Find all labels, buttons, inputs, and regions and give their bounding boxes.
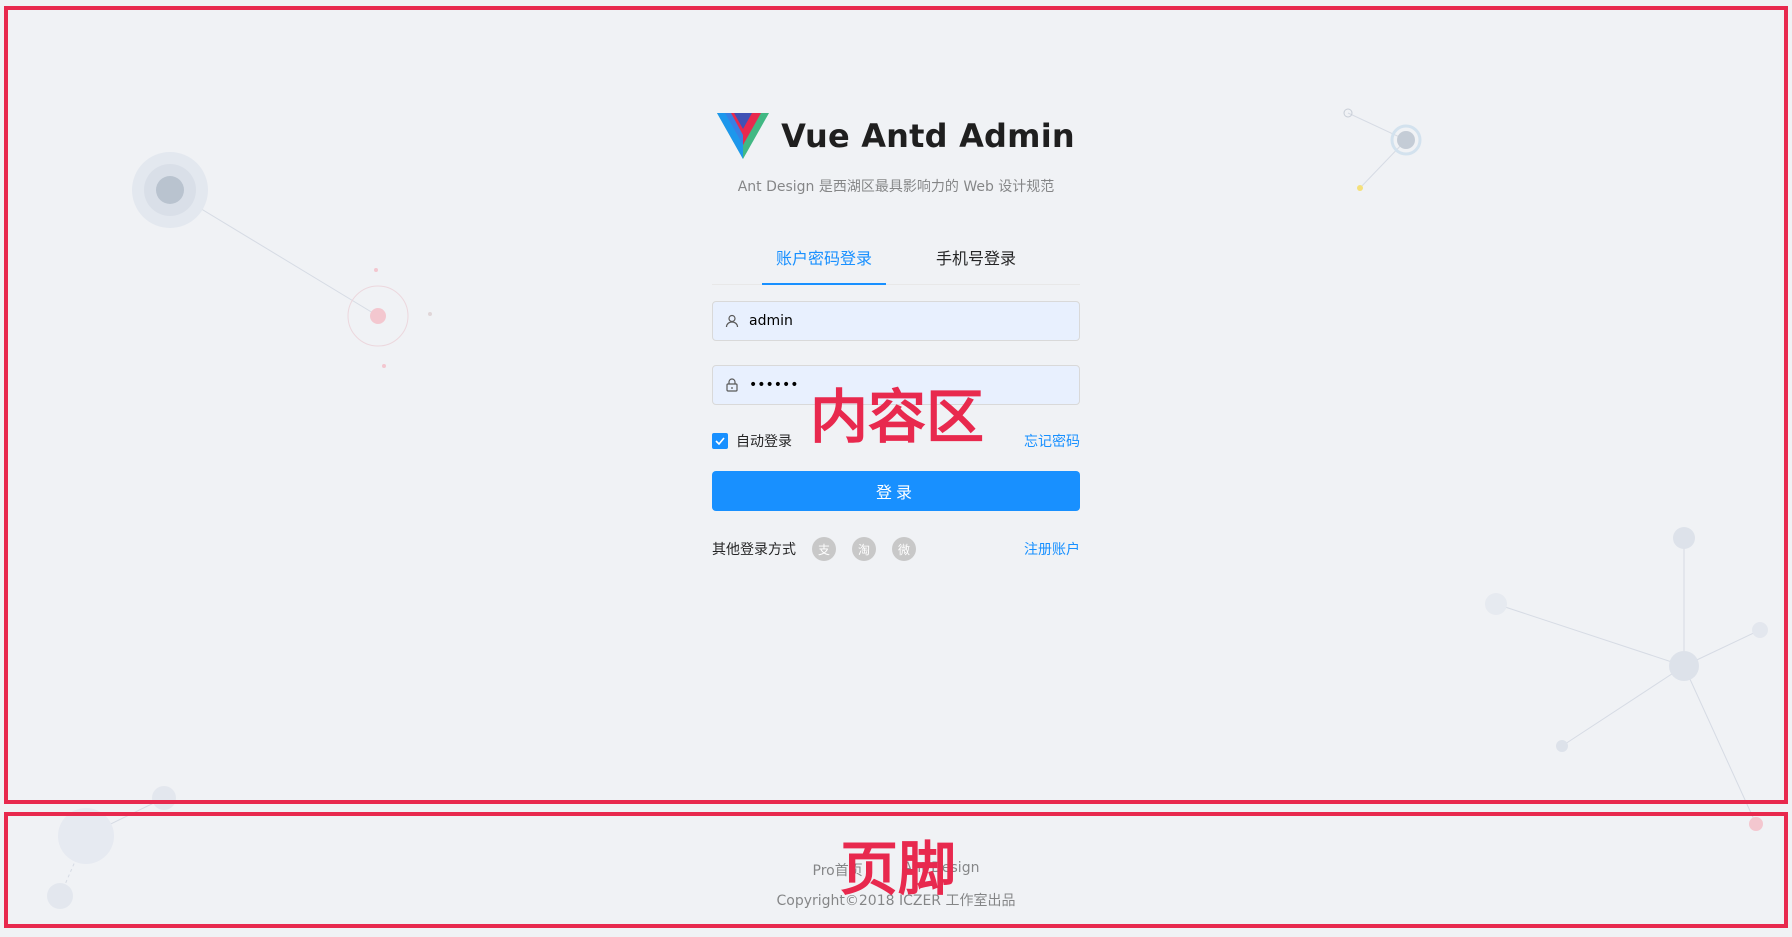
lock-icon (725, 378, 739, 392)
alipay-icon[interactable]: 支 (812, 537, 836, 561)
weibo-icon[interactable]: 微 (892, 537, 916, 561)
login-button[interactable]: 登录 (712, 471, 1080, 511)
user-icon (725, 314, 739, 328)
remember-me-label: 自动登录 (736, 434, 792, 450)
content-region-label: 内容区 (810, 383, 985, 451)
login-tabs: 账户密码登录 手机号登录 (712, 234, 1080, 285)
footer-region-label: 页脚 (840, 835, 957, 903)
vue-logo-icon (717, 113, 770, 159)
taobao-icon[interactable]: 淘 (852, 537, 876, 561)
tab-phone[interactable]: 手机号登录 (936, 234, 1016, 284)
register-link[interactable]: 注册账户 (1024, 539, 1080, 559)
other-login-methods: 其他登录方式 支 淘 微 (712, 537, 916, 561)
app-title: Vue Antd Admin (781, 117, 1075, 155)
remember-me-checkbox[interactable]: 自动登录 (712, 431, 792, 451)
tab-account-password[interactable]: 账户密码登录 (761, 234, 887, 285)
username-input[interactable] (747, 312, 1067, 330)
brand-header: Vue Antd Admin (712, 100, 1080, 172)
other-login-row: 其他登录方式 支 淘 微 注册账户 (712, 537, 1080, 561)
username-field (712, 301, 1080, 341)
checkbox-checked-icon (712, 433, 728, 449)
other-login-label: 其他登录方式 (712, 542, 796, 558)
forgot-password-link[interactable]: 忘记密码 (1024, 431, 1080, 451)
app-description: Ant Design 是西湖区最具影响力的 Web 设计规范 (737, 179, 1055, 195)
login-panel: Vue Antd Admin Ant Design 是西湖区最具影响力的 Web… (712, 100, 1080, 561)
